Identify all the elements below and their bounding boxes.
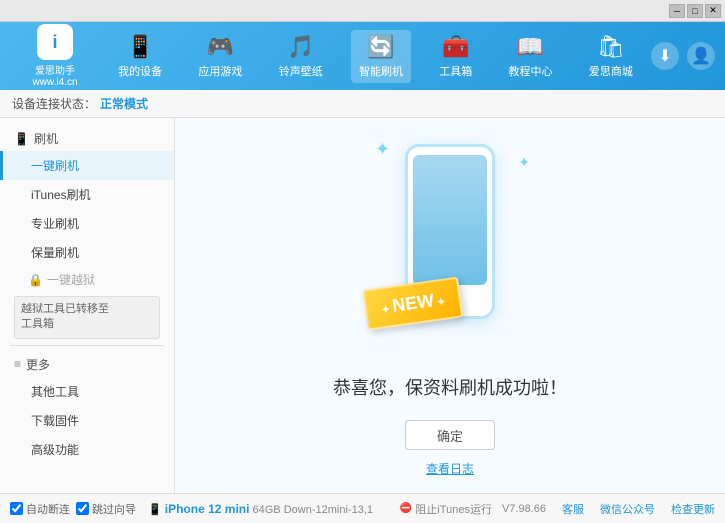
nav-smart-flash[interactable]: 🔄 智能刷机 (351, 30, 411, 83)
status-bar: 设备连接状态： 正常模式 (0, 90, 725, 118)
device-firmware: Down-12mini-13,1 (284, 504, 373, 516)
sidebar-section-more[interactable]: ≡ 更多 (0, 352, 174, 377)
lock-icon: 🔒 (28, 273, 43, 287)
logo-url: www.i4.cn (32, 77, 77, 88)
ringtones-icon: 🎵 (287, 34, 314, 60)
device-info: 📱 iPhone 12 mini 64GB Down-12mini-13,1 (148, 502, 373, 516)
success-message: 恭喜您，保资料刷机成功啦！ (333, 374, 567, 400)
auto-reconnect-label: 自动断连 (26, 501, 70, 517)
smart-flash-icon: 🔄 (367, 34, 394, 60)
bottom-right: V7.98.66 客服 微信公众号 检查更新 (502, 501, 715, 517)
my-device-label: 我的设备 (118, 63, 162, 79)
more-section-icon: ≡ (14, 357, 21, 371)
wechat-link[interactable]: 微信公众号 (600, 501, 655, 517)
minimize-button[interactable]: ─ (669, 4, 685, 18)
sidebar-item-advanced[interactable]: 高级功能 (0, 435, 174, 464)
stop-icon: ⛔ (400, 503, 412, 514)
sidebar: 📱 刷机 一键刷机 iTunes刷机 专业刷机 保量刷机 🔒 一键越狱 越狱工具… (0, 118, 175, 493)
phone-illustration: ✦ ✦ ✦ NEW (350, 134, 550, 354)
skip-wizard-label: 跳过向导 (92, 501, 136, 517)
nav-bar: 📱 我的设备 🎮 应用游戏 🎵 铃声壁纸 🔄 智能刷机 🧰 工具箱 📖 教程中心… (100, 30, 651, 83)
ringtones-label: 铃声壁纸 (279, 63, 323, 79)
logo-icon: i (37, 24, 73, 60)
window-controls[interactable]: ─ □ ✕ (669, 4, 721, 18)
header: i 爱思助手 www.i4.cn 📱 我的设备 🎮 应用游戏 🎵 铃声壁纸 🔄 … (0, 22, 725, 90)
more-section-label: 更多 (26, 356, 50, 373)
skip-wizard-input[interactable] (76, 502, 89, 515)
sidebar-item-pro-flash[interactable]: 专业刷机 (0, 209, 174, 238)
nav-my-device[interactable]: 📱 我的设备 (110, 30, 170, 83)
sidebar-section-flash[interactable]: 📱 刷机 (0, 126, 174, 151)
auto-reconnect-checkbox[interactable]: 自动断连 (10, 501, 70, 517)
view-log-link[interactable]: 查看日志 (426, 460, 474, 477)
header-right: ⬇ 👤 (651, 42, 715, 70)
new-badge: NEW (363, 276, 464, 330)
toolbox-icon: 🧰 (442, 34, 469, 60)
status-value: 正常模式 (100, 95, 148, 112)
title-bar: ─ □ ✕ (0, 0, 725, 22)
sidebar-note-jailbreak: 越狱工具已转移至工具箱 (14, 296, 160, 339)
flash-section-label: 刷机 (34, 130, 58, 147)
phone-screen (413, 155, 487, 285)
tutorial-label: 教程中心 (509, 63, 553, 79)
store-icon: 🛍 (597, 34, 625, 60)
my-device-icon: 📱 (126, 34, 153, 60)
sparkle-2: ✦ (518, 154, 530, 171)
nav-store[interactable]: 🛍 爱思商城 (581, 30, 641, 83)
user-button[interactable]: 👤 (687, 42, 715, 70)
status-label: 设备连接状态： (12, 95, 96, 112)
logo[interactable]: i 爱思助手 www.i4.cn (10, 24, 100, 88)
sidebar-divider (10, 345, 164, 346)
nav-ringtones[interactable]: 🎵 铃声壁纸 (271, 30, 331, 83)
sidebar-item-download-firmware[interactable]: 下载固件 (0, 406, 174, 435)
sidebar-item-one-key-flash[interactable]: 一键刷机 (0, 151, 174, 180)
smart-flash-label: 智能刷机 (359, 63, 403, 79)
auto-reconnect-input[interactable] (10, 502, 23, 515)
bottom-bar: 自动断连 跳过向导 📱 iPhone 12 mini 64GB Down-12m… (0, 493, 725, 523)
bottom-left: 自动断连 跳过向导 📱 iPhone 12 mini 64GB Down-12m… (10, 501, 390, 517)
sparkle-1: ✦ (375, 139, 390, 160)
sidebar-locked-jailbreak: 🔒 一键越狱 (0, 267, 174, 292)
nav-toolbox[interactable]: 🧰 工具箱 (431, 30, 480, 83)
toolbox-label: 工具箱 (439, 63, 472, 79)
apps-games-icon: 🎮 (207, 34, 234, 60)
sidebar-item-save-flash[interactable]: 保量刷机 (0, 238, 174, 267)
customer-service-link[interactable]: 客服 (562, 501, 584, 517)
itunes-status[interactable]: ⛔ 阻止iTunes运行 (400, 501, 492, 517)
device-name: iPhone 12 mini (165, 502, 250, 516)
close-button[interactable]: ✕ (705, 4, 721, 18)
nav-apps-games[interactable]: 🎮 应用游戏 (190, 30, 250, 83)
version-text: V7.98.66 (502, 503, 546, 515)
apps-games-label: 应用游戏 (198, 63, 242, 79)
skip-wizard-checkbox[interactable]: 跳过向导 (76, 501, 136, 517)
store-label: 爱思商城 (589, 63, 633, 79)
sidebar-item-other-tools[interactable]: 其他工具 (0, 377, 174, 406)
maximize-button[interactable]: □ (687, 4, 703, 18)
check-update-link[interactable]: 检查更新 (671, 501, 715, 517)
sidebar-item-itunes-flash[interactable]: iTunes刷机 (0, 180, 174, 209)
logo-name: 爱思助手 (35, 62, 75, 77)
content-area: ✦ ✦ ✦ NEW 恭喜您，保资料刷机成功啦！ 确定 查看日志 (175, 118, 725, 493)
confirm-button[interactable]: 确定 (405, 420, 495, 450)
device-icon: 📱 (148, 504, 162, 516)
itunes-status-label: 阻止iTunes运行 (415, 501, 492, 517)
device-storage: 64GB (253, 504, 281, 516)
tutorial-icon: 📖 (517, 34, 544, 60)
flash-section-icon: 📱 (14, 132, 29, 146)
main-layout: 📱 刷机 一键刷机 iTunes刷机 专业刷机 保量刷机 🔒 一键越狱 越狱工具… (0, 118, 725, 493)
nav-tutorial[interactable]: 📖 教程中心 (501, 30, 561, 83)
download-button[interactable]: ⬇ (651, 42, 679, 70)
